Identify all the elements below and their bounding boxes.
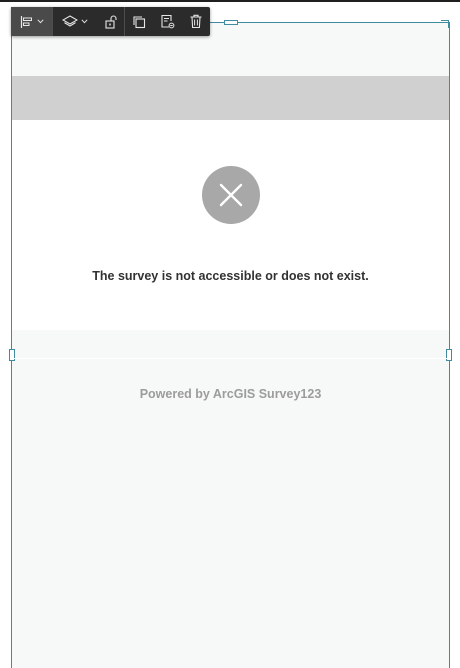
- resize-handle-top-right[interactable]: [441, 20, 449, 28]
- widget-toolbar: [11, 7, 210, 36]
- resize-handle-left[interactable]: [9, 349, 15, 361]
- unlock-button[interactable]: [97, 7, 124, 36]
- chevron-down-icon: [81, 19, 88, 24]
- layers-button[interactable]: [53, 7, 97, 36]
- error-card: The survey is not accessible or does not…: [12, 120, 449, 330]
- resize-handle-right[interactable]: [446, 349, 452, 361]
- copy-settings-icon: [160, 14, 174, 29]
- trash-icon: [190, 14, 201, 29]
- error-close-icon: [202, 166, 260, 224]
- powered-by-footer: Powered by ArcGIS Survey123: [139, 387, 322, 401]
- chevron-down-icon: [36, 19, 44, 24]
- survey-header-bar: [12, 76, 449, 120]
- duplicate-icon: [133, 15, 146, 28]
- align-button[interactable]: [11, 7, 52, 36]
- layers-icon: [62, 14, 78, 27]
- divider: [12, 358, 449, 359]
- align-left-icon: [20, 15, 32, 28]
- delete-button[interactable]: [181, 7, 210, 36]
- resize-handle-top[interactable]: [224, 20, 238, 25]
- top-edge: [0, 0, 460, 2]
- copy-settings-button[interactable]: [153, 7, 181, 36]
- duplicate-button[interactable]: [125, 7, 153, 36]
- unlock-icon: [104, 14, 117, 29]
- error-message: The survey is not accessible or does not…: [92, 269, 369, 283]
